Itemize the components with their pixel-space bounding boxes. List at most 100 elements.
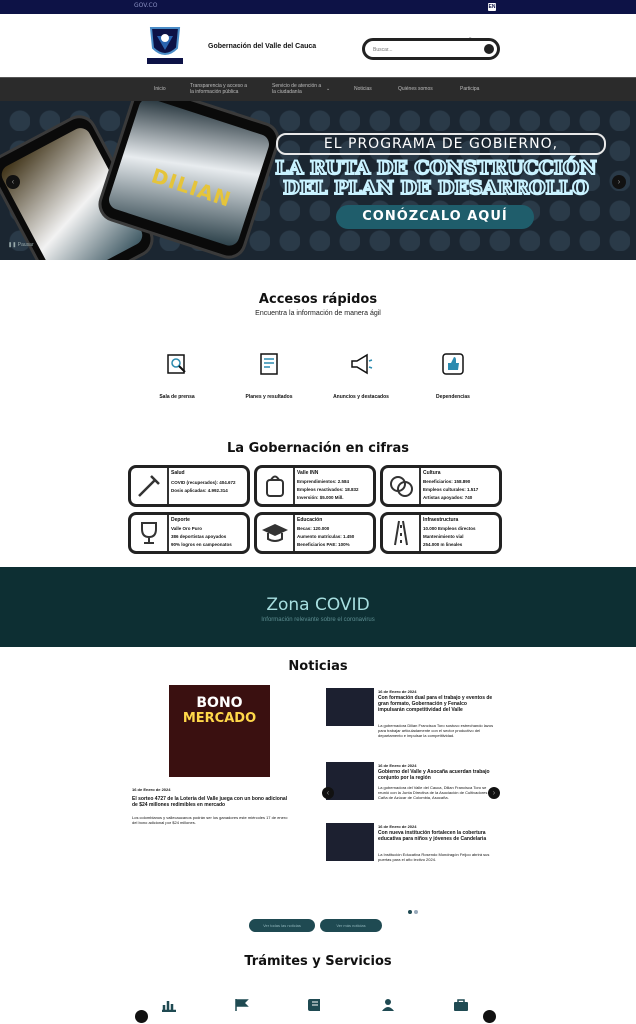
news-summary: La gobernadora del Valle del Cauca, Dili… bbox=[378, 785, 493, 800]
main-news-summary: Los colombianos y vallecaucanos podrán s… bbox=[132, 815, 288, 825]
card-line: Beneficiarios PAE: 100% bbox=[297, 542, 350, 547]
news-thumbnail[interactable] bbox=[326, 823, 374, 861]
quick-access-label: Planes y resultados bbox=[245, 394, 293, 400]
news-summary: La Institución Educativa Rosendo Mondrag… bbox=[378, 852, 490, 862]
card-line: Beneficiarios: 158.890 bbox=[423, 479, 471, 484]
thumbs-up-icon bbox=[442, 353, 464, 375]
card-line: Emprendimientos: 2.584 bbox=[297, 479, 350, 484]
figure-card-infraestructura[interactable]: Infraestructura 10.000 Empleos directos … bbox=[380, 512, 502, 554]
covid-banner[interactable]: Zona COVID Información relevante sobre e… bbox=[0, 567, 636, 647]
nav-item-participa[interactable]: Participa bbox=[460, 86, 479, 92]
news-pager-dot[interactable] bbox=[414, 910, 418, 914]
news-date: 16 de Enero de 2024 bbox=[378, 763, 417, 768]
hero-cta-button[interactable]: CONÓZCALO AQUÍ bbox=[336, 205, 534, 229]
shield-logo-icon[interactable] bbox=[143, 24, 187, 66]
press-icon bbox=[167, 354, 186, 374]
image-headline-2: MERCADO bbox=[182, 711, 257, 726]
briefcase-icon[interactable] bbox=[453, 998, 469, 1012]
figure-card-valle-inn[interactable]: Valle INN Emprendimientos: 2.584 Empleos… bbox=[254, 465, 376, 507]
card-title: Deporte bbox=[171, 517, 190, 523]
quick-access-item[interactable]: Dependencias bbox=[413, 352, 493, 400]
card-line: 90% logros en campeonatos bbox=[171, 542, 232, 547]
top-bar: GOV.CO EN bbox=[0, 0, 636, 14]
card-line: COVID (recuperados): 404.672 bbox=[171, 480, 236, 485]
quick-access-title: Accesos rápidos bbox=[258, 292, 378, 307]
card-line: Becas: 120.000 bbox=[297, 526, 330, 531]
quick-access-item[interactable]: Sala de prensa bbox=[137, 352, 217, 400]
quick-access-item[interactable]: Planes y resultados bbox=[229, 352, 309, 400]
hero-line-2: LA RUTA DE CONSTRUCCIÓN bbox=[274, 157, 597, 179]
news-date: 16 de Enero de 2024 bbox=[378, 824, 417, 829]
chevron-down-icon[interactable]: ⌄ bbox=[326, 86, 330, 92]
more-news-button[interactable]: Ver más noticias bbox=[320, 919, 382, 932]
services-next-icon[interactable] bbox=[483, 1010, 496, 1023]
figure-card-salud[interactable]: Salud COVID (recuperados): 404.672 Dosis… bbox=[128, 465, 250, 507]
card-title: Infraestructura bbox=[423, 517, 459, 523]
quick-access-subtitle: Encuentra la información de manera ágil bbox=[255, 310, 381, 317]
nav-item-noticias[interactable]: Noticias bbox=[354, 86, 372, 92]
services-prev-icon[interactable] bbox=[135, 1010, 148, 1023]
carousel-next-icon[interactable]: › bbox=[612, 175, 626, 189]
main-news-headline[interactable]: El sorteo 4727 de la Lotería del Valle j… bbox=[132, 796, 292, 808]
card-line: Dosis aplicadas: 4.992.314 bbox=[171, 488, 228, 493]
card-line: Artistas apoyados: 740 bbox=[423, 495, 473, 500]
all-news-button[interactable]: Ver todas las noticias bbox=[249, 919, 315, 932]
card-line: 386 deportistas apoyados bbox=[171, 534, 227, 539]
figure-card-deporte[interactable]: Deporte Valle Oro Puro 386 deportistas a… bbox=[128, 512, 250, 554]
card-line: Mantenimiento vial bbox=[423, 534, 464, 539]
news-headline[interactable]: Con formación dual para el trabajo y eve… bbox=[378, 695, 494, 713]
quick-access-label: Anuncios y destacados bbox=[333, 394, 389, 400]
figure-card-educacion[interactable]: Educación Becas: 120.000 Aumento matrícu… bbox=[254, 512, 376, 554]
carousel-prev-icon[interactable]: ‹ bbox=[6, 175, 20, 189]
graduation-cap-icon bbox=[257, 515, 295, 551]
card-title: Educación bbox=[297, 517, 323, 523]
news-pager-dot[interactable] bbox=[408, 910, 412, 914]
card-title: Cultura bbox=[423, 470, 441, 476]
news-thumbnail[interactable] bbox=[326, 688, 374, 726]
card-line: Valle Oro Puro bbox=[171, 526, 203, 531]
quick-access-label: Sala de prensa bbox=[159, 394, 195, 400]
covid-title: Zona COVID bbox=[266, 595, 370, 615]
covid-subtitle: Información relevante sobre el coronavir… bbox=[261, 617, 375, 623]
card-line: Empleos reactivados: 18.832 bbox=[297, 487, 359, 492]
news-summary: La gobernadora Dilian Francisca Toro sos… bbox=[378, 723, 494, 738]
news-title: Noticias bbox=[288, 659, 348, 674]
news-next-icon[interactable]: › bbox=[488, 787, 500, 799]
image-headline-1: BONO bbox=[196, 695, 243, 711]
quick-access-item[interactable]: Anuncios y destacados bbox=[321, 352, 401, 400]
news-headline[interactable]: Con nueva institución fortalecen la cobe… bbox=[378, 830, 494, 842]
person-icon[interactable] bbox=[380, 998, 396, 1012]
road-icon bbox=[383, 515, 421, 551]
nav-item-quienes-somos[interactable]: Quiénes somos bbox=[398, 86, 433, 92]
card-line: Empleos culturales: 1.517 bbox=[423, 487, 479, 492]
nav-item-inicio[interactable]: Inicio bbox=[154, 86, 166, 92]
language-toggle[interactable]: EN bbox=[488, 3, 496, 11]
carousel-pause-button[interactable]: ❚❚ Pausar bbox=[8, 242, 34, 248]
search-input[interactable] bbox=[371, 44, 485, 56]
nav-item-atencion[interactable]: Servicio de atención a la ciudadanía bbox=[272, 83, 326, 95]
brand-title[interactable]: Gobernación del Valle del Cauca bbox=[208, 43, 316, 50]
card-title: Valle INN bbox=[297, 470, 319, 476]
syringe-icon bbox=[131, 468, 169, 504]
news-date: 16 de Enero de 2024 bbox=[378, 689, 417, 694]
hero-carousel[interactable]: DILIAN EL PROGRAMA DE GOBIERNO, LA RUTA … bbox=[0, 101, 636, 260]
book-icon[interactable] bbox=[307, 998, 323, 1012]
news-prev-icon[interactable]: ‹ bbox=[322, 787, 334, 799]
hero-line-1: EL PROGRAMA DE GOBIERNO, bbox=[276, 133, 606, 155]
main-news-image[interactable]: BONO MERCADO bbox=[169, 685, 270, 777]
search-icon[interactable] bbox=[484, 44, 494, 54]
chart-icon[interactable] bbox=[161, 998, 177, 1012]
gov-co-link[interactable]: GOV.CO bbox=[134, 2, 157, 9]
main-news-date: 16 de Enero de 2024 bbox=[132, 787, 171, 792]
card-line: 10.000 Empleos directos bbox=[423, 526, 476, 531]
main-nav: Inicio Transparencia y acceso a la infor… bbox=[0, 77, 636, 101]
figure-card-cultura[interactable]: Cultura Beneficiarios: 158.890 Empleos c… bbox=[380, 465, 502, 507]
document-icon bbox=[260, 353, 278, 375]
card-line: Inversión: $5.000 Mill. bbox=[297, 495, 344, 500]
nav-item-transparencia[interactable]: Transparencia y acceso a la información … bbox=[190, 83, 252, 95]
site-header: Gobernación del Valle del Cauca Buscar bbox=[0, 14, 636, 76]
services-title: Trámites y Servicios bbox=[244, 954, 392, 969]
news-headline[interactable]: Gobierno del Valle y Asocaña acuerdan tr… bbox=[378, 769, 494, 781]
flag-icon[interactable] bbox=[234, 998, 250, 1012]
figures-title: La Gobernación en cifras bbox=[227, 441, 409, 456]
